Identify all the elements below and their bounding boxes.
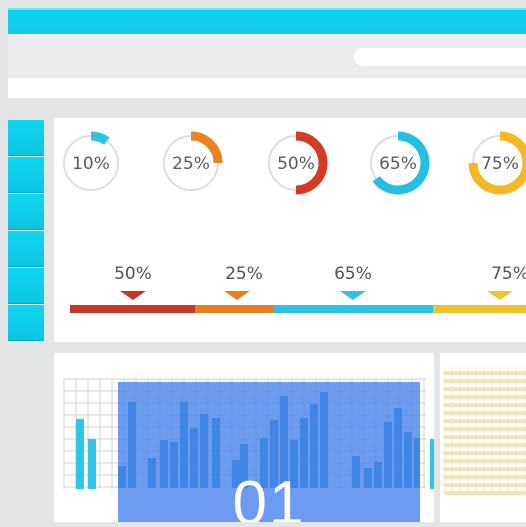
milestone-label: 25% [225,264,263,284]
stripe-bar [444,443,526,447]
stripe-bar [444,491,526,495]
ring-label: 25% [172,154,210,174]
stripe-bar [444,475,526,479]
progress-ring: 25% [163,131,223,191]
grid-chart-card [440,353,526,522]
highlight-overlay: 01 [118,382,420,522]
milestone-marker [224,291,250,300]
ring-arc [90,131,110,145]
striped-chart [443,367,526,495]
ring-label: 50% [277,154,315,174]
progress-ring: 75% [468,131,526,195]
progress-card: 10% 25% 50% 65% 75% 50% 25% 65% 75% [54,118,526,342]
progress-rings: 10% 25% 50% 65% 75% [63,131,526,195]
sidebar [8,120,44,344]
sidebar-tab[interactable] [8,120,44,156]
sidebar-tab[interactable] [8,231,44,267]
milestone-marker [340,291,366,300]
progress-ring: 10% [63,131,119,191]
search-input[interactable] [354,48,526,66]
chart-bar [430,439,438,489]
milestone-label: 75% [491,264,526,284]
stripe-bar [444,427,526,431]
chart-bar [76,419,84,489]
stripe-bar [444,483,526,487]
track-segment [274,305,433,313]
track-segment [195,305,274,313]
sidebar-tab[interactable] [8,268,44,304]
chart-bar [88,439,96,489]
progress-ring: 65% [370,131,430,195]
ring-label: 10% [72,154,110,174]
stripe-bar [444,379,526,383]
track-segment [70,305,195,313]
stripe-bar [444,451,526,455]
stripe-bar [444,395,526,399]
sidebar-tab[interactable] [8,157,44,193]
ring-label: 75% [481,154,519,174]
stripe-bar [444,387,526,391]
milestone-label: 65% [334,264,372,284]
ring-label: 65% [379,154,417,174]
stripe-bar [444,435,526,439]
sidebar-tab[interactable] [8,194,44,230]
milestone-marker [487,291,513,300]
stripe-bar [444,403,526,407]
track-segment [433,305,526,313]
progress-track [70,291,526,313]
progress-ring: 50% [268,131,328,195]
nav-bar [8,78,526,98]
sidebar-tab[interactable] [8,305,44,341]
milestone-label: 50% [114,264,152,284]
milestone-marker [120,291,146,300]
overlay-number: 01 [232,469,306,522]
stripe-bar [444,419,526,423]
stripe-bar [444,459,526,463]
stripe-bar [444,467,526,471]
stripe-bar [444,371,526,375]
top-accent-bar [8,8,526,34]
stripe-bar [444,411,526,415]
